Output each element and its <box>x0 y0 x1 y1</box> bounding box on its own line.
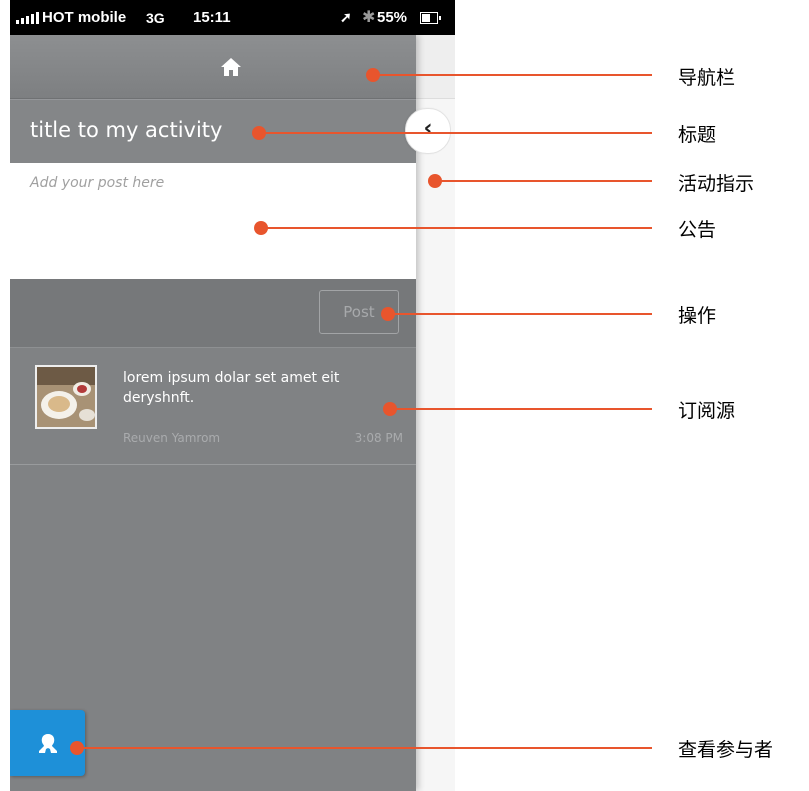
phone-screen: HOT mobile 3G 15:11 ➚ ✱ 55% title to my … <box>10 0 455 791</box>
activity-title: title to my activity <box>30 118 223 142</box>
annotation-activity-indicator: 活动指示 <box>678 173 755 195</box>
feed-item[interactable]: lorem ipsum dolar set amet eit deryshnft… <box>10 348 416 465</box>
location-icon: ➚ <box>340 9 352 25</box>
signal-icon <box>16 12 40 24</box>
post-input[interactable] <box>10 163 416 279</box>
annotation-participants: 查看参与者 <box>678 739 774 761</box>
annotation-dot-title <box>252 126 266 140</box>
bluetooth-icon: ✱ <box>362 9 376 26</box>
annotation-line-activity-indicator <box>434 180 652 182</box>
action-bar: Post <box>10 279 416 348</box>
avatar <box>35 365 97 429</box>
annotation-dot-activity-indicator <box>428 174 442 188</box>
navigation-bar <box>10 35 416 99</box>
annotation-announcement: 公告 <box>678 219 717 241</box>
annotation-dot-feed <box>383 402 397 416</box>
battery-icon <box>420 12 441 24</box>
feed-author: Reuven Yamrom <box>123 431 221 445</box>
home-icon[interactable] <box>220 57 242 77</box>
annotation-dot-action <box>381 307 395 321</box>
annotation-line-participants <box>76 747 652 749</box>
annotation-line-announcement <box>260 227 652 229</box>
annotation-dot-announcement <box>254 221 268 235</box>
side-panel-header <box>416 35 455 99</box>
activity-panel: title to my activity Post lorem ipsum do… <box>10 35 416 791</box>
annotation-navbar: 导航栏 <box>678 67 736 89</box>
chevron-left-icon[interactable]: ‹ <box>405 108 451 154</box>
annotation-line-navbar <box>372 74 652 76</box>
participants-icon <box>39 734 57 753</box>
status-bar: HOT mobile 3G 15:11 ➚ ✱ 55% <box>10 0 455 35</box>
feed-timestamp: 3:08 PM <box>354 431 403 445</box>
battery-percent: 55% <box>377 9 408 26</box>
annotation-title: 标题 <box>678 124 717 146</box>
network-type: 3G <box>146 10 165 26</box>
status-time: 15:11 <box>193 9 231 26</box>
annotation-dot-participants <box>70 741 84 755</box>
carrier-name: HOT mobile <box>42 9 127 26</box>
annotation-action: 操作 <box>678 305 717 327</box>
annotation-line-feed <box>389 408 652 410</box>
food-photo-icon <box>37 367 95 427</box>
annotation-dot-navbar <box>366 68 380 82</box>
annotation-line-title <box>258 132 652 134</box>
annotation-line-action <box>387 313 652 315</box>
feed-message: lorem ipsum dolar set amet eit deryshnft… <box>123 370 340 406</box>
annotation-feed: 订阅源 <box>678 400 736 422</box>
